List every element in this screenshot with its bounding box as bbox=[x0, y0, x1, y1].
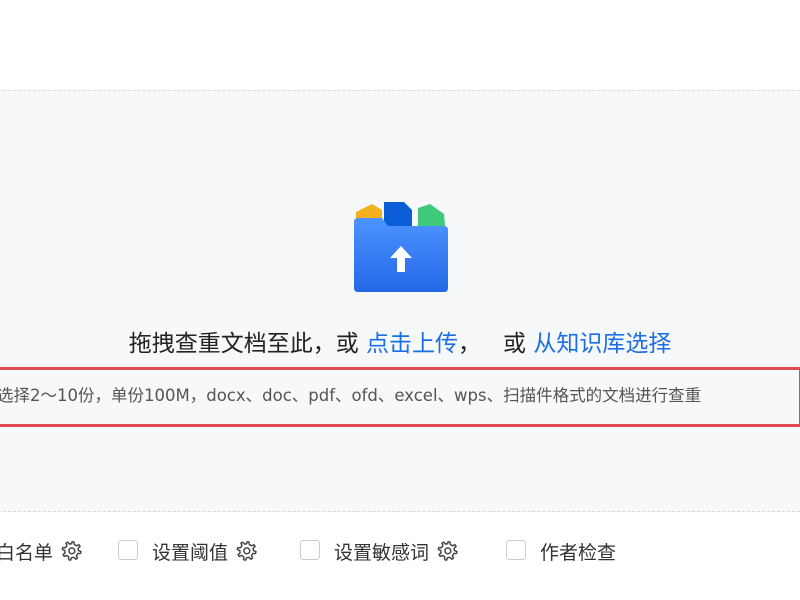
author-check-label: 作者检查 bbox=[540, 541, 617, 564]
sensitive-words-checkbox[interactable] bbox=[300, 540, 320, 560]
author-check-option[interactable]: 作者检查 bbox=[540, 534, 616, 568]
upload-description-box: 选择2～10份，单份100M，docx、doc、pdf、ofd、excel、wp… bbox=[0, 367, 800, 427]
prompt-or-text: 或 bbox=[503, 331, 526, 357]
upload-prompt-text: 拖拽查重文档至此，或 bbox=[128, 331, 359, 357]
folder-upload-icon[interactable] bbox=[352, 198, 452, 294]
gear-icon[interactable] bbox=[437, 540, 459, 562]
select-from-knowledge-base-link[interactable]: 从知识库选择 bbox=[533, 331, 671, 357]
whitelist-label: 白名单 bbox=[0, 541, 54, 564]
author-check-checkbox[interactable] bbox=[506, 540, 526, 560]
upload-dropzone[interactable] bbox=[0, 90, 800, 512]
click-upload-link[interactable]: 点击上传 bbox=[366, 331, 458, 357]
check-options: 白名单 设置阈值 设置敏感词 作者检查 bbox=[0, 534, 800, 568]
upload-description: 选择2～10份，单份100M，docx、doc、pdf、ofd、excel、wp… bbox=[0, 386, 702, 405]
prompt-separator: ， bbox=[458, 331, 481, 357]
whitelist-option[interactable]: 白名单 bbox=[0, 534, 83, 568]
gear-icon[interactable] bbox=[236, 540, 258, 562]
upload-prompt: 拖拽查重文档至此，或 点击上传， 或 从知识库选择 bbox=[0, 326, 800, 362]
sensitive-words-option[interactable]: 设置敏感词 bbox=[334, 534, 459, 568]
gear-icon[interactable] bbox=[61, 540, 83, 562]
sensitive-words-label: 设置敏感词 bbox=[334, 541, 430, 564]
threshold-option[interactable]: 设置阈值 bbox=[152, 534, 258, 568]
threshold-label: 设置阈值 bbox=[152, 541, 229, 564]
threshold-checkbox[interactable] bbox=[118, 540, 138, 560]
